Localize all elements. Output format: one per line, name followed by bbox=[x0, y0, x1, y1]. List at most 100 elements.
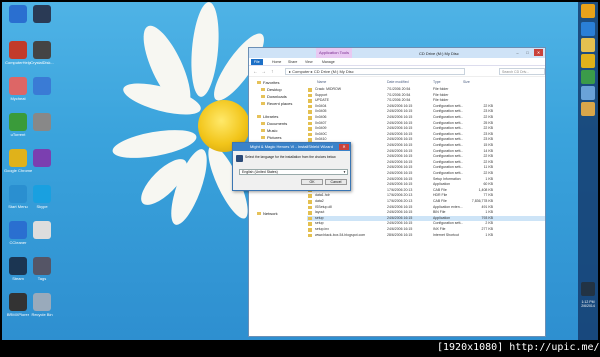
desktop-icon-2[interactable] bbox=[28, 5, 56, 24]
desktop-icon-12[interactable]: Skype bbox=[28, 185, 56, 209]
desktop-icon-15-glyph bbox=[9, 257, 27, 275]
nav-item[interactable]: Music bbox=[261, 128, 277, 133]
back-icon[interactable]: ← bbox=[253, 69, 258, 75]
desktop-icon-14[interactable] bbox=[28, 221, 56, 240]
folder-icon bbox=[257, 81, 261, 85]
window-title: CD Drive (M:) My Disc bbox=[419, 51, 459, 56]
nav-item-label: Libraries bbox=[263, 114, 279, 119]
search-input[interactable]: Search CD Driv... bbox=[499, 68, 545, 75]
table-row[interactable]: www.black-box-54.blogspot.com 28/6/2006 1… bbox=[307, 233, 545, 239]
tab-view[interactable]: View bbox=[302, 59, 316, 65]
nav-item[interactable]: Desktop bbox=[261, 87, 282, 92]
taskbar: 1:12 PM 2/6/2014 bbox=[578, 2, 598, 340]
desktop-icon-2-glyph bbox=[33, 5, 51, 23]
store-icon[interactable] bbox=[581, 70, 595, 84]
desktop-icon-6-glyph bbox=[33, 77, 51, 95]
app-m-icon[interactable] bbox=[581, 4, 595, 18]
column-type[interactable]: Type bbox=[433, 80, 441, 84]
nav-item[interactable]: Libraries bbox=[257, 114, 278, 119]
cancel-button[interactable]: Cancel bbox=[325, 179, 347, 185]
nav-item[interactable]: Documents bbox=[261, 121, 287, 126]
file-size: 1 KB bbox=[485, 232, 493, 237]
folder-icon bbox=[261, 129, 265, 133]
desktop-icon-18[interactable]: Recycle Bin bbox=[28, 293, 56, 317]
nav-item[interactable]: Recent places bbox=[261, 101, 292, 106]
column-name[interactable]: Name bbox=[317, 80, 326, 84]
folder-icon bbox=[261, 88, 265, 92]
folder-icon bbox=[257, 115, 261, 119]
chrome-icon[interactable] bbox=[581, 54, 595, 68]
file-icon bbox=[308, 88, 312, 92]
maximize-button[interactable]: □ bbox=[523, 49, 532, 56]
clock[interactable]: 1:12 PM 2/6/2014 bbox=[579, 300, 597, 308]
wizard-title: Might & Magic Heroes VI - InstallShield … bbox=[233, 143, 350, 151]
nav-item-label: Recent places bbox=[267, 101, 293, 106]
file-icon bbox=[308, 116, 312, 120]
file-icon bbox=[308, 127, 312, 131]
column-date[interactable]: Date modified bbox=[387, 80, 409, 84]
desktop-icon-10[interactable] bbox=[28, 149, 56, 168]
nav-item[interactable]: Favorites bbox=[257, 80, 279, 85]
nav-item[interactable]: Pictures bbox=[261, 135, 281, 140]
file-icon bbox=[308, 216, 312, 221]
tab-manage[interactable]: Manage bbox=[319, 59, 338, 65]
desktop-icon-17-glyph bbox=[9, 293, 27, 311]
desktop-icon-9-glyph bbox=[9, 149, 27, 167]
notify-icon[interactable] bbox=[581, 282, 595, 296]
file-icon bbox=[308, 194, 312, 198]
ie-icon[interactable] bbox=[581, 22, 595, 36]
tab-share[interactable]: Share bbox=[285, 59, 300, 65]
chevron-down-icon[interactable]: ▼ bbox=[343, 170, 346, 175]
ribbon: File Home Share View Manage bbox=[249, 58, 545, 66]
desktop-icon-3-glyph bbox=[9, 41, 27, 59]
application-tools-tab[interactable]: Application Tools bbox=[316, 48, 352, 58]
file-icon bbox=[308, 233, 312, 238]
address-path[interactable]: ▸ Computer ▸ CD Drive (M:) My Disc bbox=[285, 68, 465, 75]
nav-item-label: Pictures bbox=[267, 135, 282, 140]
desktop-icon-16-label: Tags bbox=[37, 276, 47, 281]
tab-file[interactable]: File bbox=[251, 59, 263, 65]
desktop-icon-16-glyph bbox=[33, 257, 51, 275]
folder-icon bbox=[261, 95, 265, 99]
file-list: Name Date modified Type Size Crack: MIDR… bbox=[307, 78, 545, 336]
installer-icon bbox=[236, 155, 243, 162]
desktop-icon-13-glyph bbox=[9, 221, 27, 239]
forward-icon[interactable]: → bbox=[261, 69, 266, 75]
file-icon bbox=[308, 104, 312, 109]
desktop-icon-8-glyph bbox=[33, 113, 51, 131]
language-select-value: English (United States) bbox=[242, 170, 278, 174]
desktop-icon-12-label: Skype bbox=[36, 204, 48, 209]
explorer-icon[interactable] bbox=[581, 38, 595, 52]
column-size[interactable]: Size bbox=[463, 80, 470, 84]
nav-item[interactable]: Network bbox=[257, 211, 278, 216]
desktop-icon-4-label: CrystalDisk... bbox=[30, 60, 54, 65]
nav-item-label: Desktop bbox=[267, 87, 282, 92]
file-icon bbox=[308, 228, 312, 232]
wizard-close-button[interactable]: ✕ bbox=[339, 144, 349, 150]
desktop-icon-7-glyph bbox=[9, 113, 27, 131]
minimize-button[interactable]: – bbox=[513, 49, 522, 56]
desktop: ComputerHelp CrystalDisk... Mycheat uTorren… bbox=[2, 2, 598, 340]
up-icon[interactable]: ↑ bbox=[271, 69, 274, 75]
language-select[interactable]: English (United States) ▼ bbox=[239, 169, 348, 175]
explorer-window: Application Tools CD Drive (M:) My Disc … bbox=[248, 47, 546, 337]
nav-item[interactable]: Downloads bbox=[261, 94, 287, 99]
desktop-icon-13-label: CCleaner bbox=[9, 240, 27, 245]
desktop-icon-16[interactable]: Tags bbox=[28, 257, 56, 281]
desktop-icon-8[interactable] bbox=[28, 113, 56, 132]
ok-button[interactable]: OK bbox=[301, 179, 323, 185]
desktop-icon-18-label: Recycle Bin bbox=[31, 312, 53, 317]
tab-home[interactable]: Home bbox=[269, 59, 284, 65]
wizard-title-text: Might & Magic Heroes VI - InstallShield … bbox=[250, 144, 333, 149]
desktop-icon-11-glyph bbox=[9, 185, 27, 203]
desktop-icon-14-glyph bbox=[33, 221, 51, 239]
file-name: www.black-box-54.blogspot.com bbox=[315, 232, 366, 237]
folder-icon[interactable] bbox=[581, 102, 595, 116]
address-bar-row: ← → ↑ ▸ Computer ▸ CD Drive (M:) My Disc… bbox=[249, 66, 545, 77]
desktop-icon-4[interactable]: CrystalDisk... bbox=[28, 41, 56, 65]
desktop-icon-6[interactable] bbox=[28, 77, 56, 96]
install-wizard-dialog: Might & Magic Heroes VI - InstallShield … bbox=[232, 142, 351, 191]
close-button[interactable]: ✕ bbox=[534, 49, 543, 56]
desktop-icon-4-glyph bbox=[33, 41, 51, 59]
mail-icon[interactable] bbox=[581, 86, 595, 100]
